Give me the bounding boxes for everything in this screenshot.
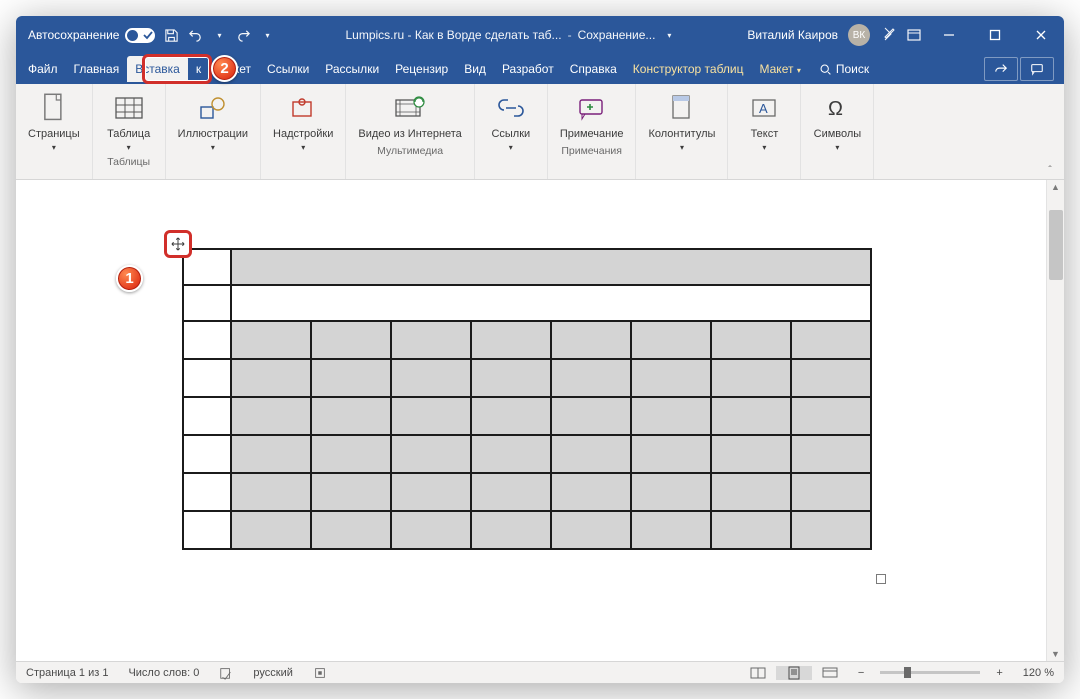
tab-view[interactable]: Вид bbox=[456, 56, 494, 82]
shapes-icon bbox=[195, 90, 231, 126]
addin-icon bbox=[285, 90, 321, 126]
toggle-switch[interactable] bbox=[125, 28, 155, 43]
autosave-toggle[interactable]: Автосохранение bbox=[28, 28, 155, 43]
status-macro[interactable] bbox=[303, 666, 337, 680]
undo-more-icon[interactable]: ▾ bbox=[211, 27, 227, 43]
document-title: Lumpics.ru - Как в Ворде сделать таб... bbox=[345, 28, 561, 42]
table-move-handle[interactable] bbox=[164, 230, 192, 258]
symbols-button[interactable]: Ω Символы ▾ bbox=[807, 88, 867, 154]
user-name[interactable]: Виталий Каиров bbox=[747, 28, 838, 42]
zoom-knob[interactable] bbox=[904, 667, 911, 678]
ribbon: Страницы ▾ Таблица ▾ Таблицы Иллюстрации bbox=[16, 84, 1064, 180]
pages-button[interactable]: Страницы ▾ bbox=[22, 88, 86, 154]
omega-icon: Ω bbox=[819, 90, 855, 126]
scroll-up-icon[interactable]: ▲ bbox=[1051, 182, 1060, 192]
view-print[interactable] bbox=[776, 666, 812, 680]
svg-text:Ω: Ω bbox=[828, 98, 843, 120]
scrollbar-thumb[interactable] bbox=[1049, 210, 1063, 280]
annotation-callout-1: 1 bbox=[116, 265, 143, 292]
maximize-button[interactable] bbox=[972, 16, 1018, 54]
tab-table-layout[interactable]: Макет ▾ bbox=[752, 56, 809, 82]
dictate-icon[interactable] bbox=[880, 27, 896, 43]
comment-button[interactable]: Примечание bbox=[554, 88, 630, 143]
group-comments: Примечания bbox=[561, 143, 622, 160]
table-button[interactable]: Таблица ▾ bbox=[99, 88, 159, 154]
tab-file[interactable]: Файл bbox=[20, 56, 66, 82]
collapse-ribbon-icon[interactable]: ˆ bbox=[1042, 164, 1058, 176]
search-box[interactable]: Поиск bbox=[809, 62, 879, 76]
comments-pane-button[interactable] bbox=[1020, 57, 1054, 81]
annotation-callout-2: 2 bbox=[211, 55, 238, 82]
tab-references[interactable]: Ссылки bbox=[259, 56, 317, 82]
textbox-icon: A bbox=[746, 90, 782, 126]
redo-icon[interactable] bbox=[235, 27, 251, 43]
minimize-button[interactable] bbox=[926, 16, 972, 54]
close-button[interactable] bbox=[1018, 16, 1064, 54]
view-web[interactable] bbox=[812, 666, 848, 680]
zoom-out[interactable]: − bbox=[848, 667, 874, 679]
view-read[interactable] bbox=[740, 666, 776, 680]
page-icon bbox=[36, 90, 72, 126]
autosave-label: Автосохранение bbox=[28, 28, 119, 42]
avatar[interactable]: ВК bbox=[848, 24, 870, 46]
links-button[interactable]: Ссылки ▾ bbox=[481, 88, 541, 154]
group-media: Мультимедиа bbox=[377, 143, 443, 160]
tab-draw[interactable]: к bbox=[188, 56, 209, 82]
save-icon[interactable] bbox=[163, 27, 179, 43]
statusbar: Страница 1 из 1 Число слов: 0 русский − … bbox=[16, 661, 1064, 683]
tab-table-design[interactable]: Конструктор таблиц bbox=[625, 56, 752, 82]
document-canvas[interactable]: ▲ ▼ bbox=[16, 180, 1064, 661]
comment-icon bbox=[574, 90, 610, 126]
titlebar: Автосохранение ▾ ▾ Lumpics.ru - Как в Во… bbox=[16, 16, 1064, 54]
zoom-in[interactable]: + bbox=[986, 667, 1012, 679]
tab-developer[interactable]: Разработ bbox=[494, 56, 562, 82]
table-icon bbox=[111, 90, 147, 126]
app-window: Автосохранение ▾ ▾ Lumpics.ru - Как в Во… bbox=[16, 16, 1064, 683]
tab-insert[interactable]: Вставка bbox=[127, 56, 188, 82]
tab-home[interactable]: Главная bbox=[66, 56, 128, 82]
ribbon-display-icon[interactable] bbox=[906, 27, 922, 43]
status-wordcount[interactable]: Число слов: 0 bbox=[118, 667, 209, 679]
text-button[interactable]: A Текст ▾ bbox=[734, 88, 794, 154]
status-page[interactable]: Страница 1 из 1 bbox=[16, 667, 118, 679]
undo-icon[interactable] bbox=[187, 27, 203, 43]
ribbon-tabs: Файл Главная Вставка к Макет Ссылки Расс… bbox=[16, 54, 1064, 84]
tab-help[interactable]: Справка bbox=[562, 56, 625, 82]
online-video-button[interactable]: Видео из Интернета bbox=[352, 88, 467, 143]
search-label: Поиск bbox=[836, 62, 869, 76]
header-footer-icon bbox=[664, 90, 700, 126]
headers-button[interactable]: Колонтитулы ▾ bbox=[642, 88, 721, 154]
share-button[interactable] bbox=[984, 57, 1018, 81]
zoom-level[interactable]: 120 % bbox=[1013, 667, 1064, 679]
qat-more-icon[interactable]: ▾ bbox=[259, 27, 275, 43]
word-table[interactable] bbox=[182, 248, 872, 550]
tab-review[interactable]: Рецензир bbox=[387, 56, 456, 82]
link-icon bbox=[493, 90, 529, 126]
table-resize-handle[interactable] bbox=[876, 574, 886, 584]
vertical-scrollbar[interactable]: ▲ ▼ bbox=[1046, 180, 1064, 661]
group-tables: Таблицы bbox=[107, 154, 150, 171]
status-spellcheck[interactable] bbox=[209, 666, 243, 680]
addins-button[interactable]: Надстройки ▾ bbox=[267, 88, 339, 154]
scroll-down-icon[interactable]: ▼ bbox=[1051, 649, 1060, 659]
illustrations-button[interactable]: Иллюстрации ▾ bbox=[172, 88, 254, 154]
zoom-slider[interactable] bbox=[880, 671, 980, 674]
video-icon bbox=[392, 90, 428, 126]
status-language[interactable]: русский bbox=[243, 667, 302, 679]
saving-status: Сохранение... bbox=[578, 28, 656, 42]
svg-text:A: A bbox=[759, 101, 768, 116]
tab-mailings[interactable]: Рассылки bbox=[317, 56, 387, 82]
